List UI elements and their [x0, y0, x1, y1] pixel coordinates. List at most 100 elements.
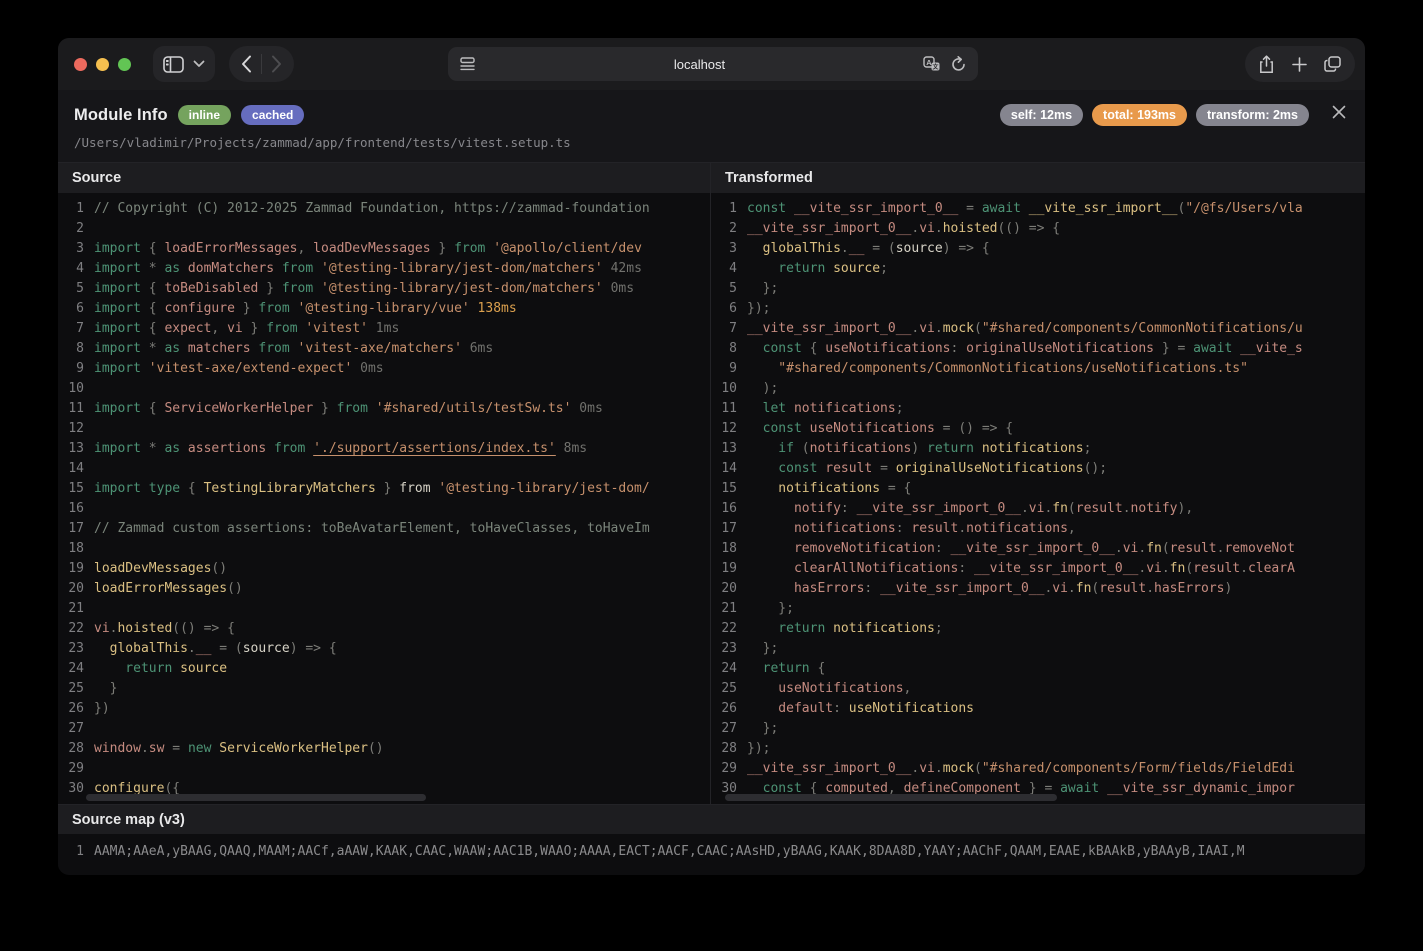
code-line: 23 };	[711, 639, 1365, 659]
code-line: 8 const { useNotifications: originalUseN…	[711, 339, 1365, 359]
line-number: 18	[721, 541, 737, 556]
address-bar[interactable]: localhost A 文	[448, 47, 978, 81]
line-number: 20	[68, 581, 84, 596]
code-line: 11 import { ServiceWorkerHelper } from '#…	[58, 399, 710, 419]
line-number: 18	[68, 541, 84, 556]
code-line: 16	[58, 499, 710, 519]
code-text: notifications: result.notifications,	[747, 521, 1076, 536]
source-panel: Source 1 // Copyright (C) 2012-2025 Zamma…	[58, 163, 710, 804]
total-time-badge: total: 193ms	[1092, 104, 1187, 126]
code-text: loadErrorMessages()	[94, 581, 243, 596]
code-line: 20 hasErrors: __vite_ssr_import_0__.vi.f…	[711, 579, 1365, 599]
transformed-horizontal-scrollbar[interactable]	[725, 794, 1057, 801]
line-number: 19	[68, 561, 84, 576]
transformed-code-area[interactable]: 1 const __vite_ssr_import_0__ = await __v…	[711, 193, 1365, 804]
code-text: import * as domMatchers from '@testing-l…	[94, 261, 642, 276]
sourcemap-mappings: AAMA;AAeA,yBAAG,QAAQ,MAAM;AACf,aAAW,KAAK…	[94, 844, 1245, 859]
transform-time-badge: transform: 2ms	[1196, 104, 1309, 126]
traffic-lights	[74, 57, 131, 71]
source-code-area[interactable]: 1 // Copyright (C) 2012-2025 Zammad Found…	[58, 193, 710, 804]
code-text: removeNotification: __vite_ssr_import_0_…	[747, 541, 1295, 556]
code-line: 17 notifications: result.notifications,	[711, 519, 1365, 539]
code-text: loadDevMessages()	[94, 561, 228, 576]
code-text: };	[747, 281, 779, 296]
code-line: 21	[58, 599, 710, 619]
code-text: const useNotifications = () => {	[747, 421, 1014, 436]
close-window-button[interactable]	[74, 57, 87, 71]
timing-badges: self: 12ms total: 193ms transform: 2ms	[999, 104, 1309, 126]
code-text: });	[747, 741, 771, 756]
chevron-down-icon[interactable]	[193, 60, 205, 68]
line-number: 9	[76, 361, 84, 376]
code-text: import 'vitest-axe/extend-expect' 0ms	[94, 361, 384, 376]
code-line: 13 import * as assertions from './support…	[58, 439, 710, 459]
line-number: 26	[721, 701, 737, 716]
code-line: 12	[58, 419, 710, 439]
line-number: 8	[76, 341, 84, 356]
line-number: 2	[76, 221, 84, 236]
code-line: 20 loadErrorMessages()	[58, 579, 710, 599]
code-text: import * as matchers from 'vitest-axe/ma…	[94, 341, 494, 356]
code-line: 27 };	[711, 719, 1365, 739]
code-panels: Source 1 // Copyright (C) 2012-2025 Zamma…	[58, 162, 1365, 804]
code-line: 19 loadDevMessages()	[58, 559, 710, 579]
line-number: 3	[76, 241, 84, 256]
sidebar-icon[interactable]	[163, 55, 184, 73]
url-text[interactable]: localhost	[476, 57, 923, 72]
line-number: 12	[721, 421, 737, 436]
line-number: 8	[729, 341, 737, 356]
code-line: 6});	[711, 299, 1365, 319]
new-tab-icon[interactable]	[1291, 56, 1307, 72]
minimize-window-button[interactable]	[96, 57, 109, 71]
code-line: 8 import * as matchers from 'vitest-axe/m…	[58, 339, 710, 359]
code-line: 24 return source	[58, 659, 710, 679]
zoom-window-button[interactable]	[118, 57, 131, 71]
code-text: "#shared/components/CommonNotifications/…	[747, 361, 1248, 376]
code-text: // Copyright (C) 2012-2025 Zammad Founda…	[94, 201, 650, 216]
line-number: 4	[76, 261, 84, 276]
svg-text:文: 文	[931, 63, 939, 71]
translate-icon[interactable]: A 文	[923, 56, 941, 72]
self-time-badge: self: 12ms	[999, 104, 1084, 126]
line-number: 22	[68, 621, 84, 636]
code-line: 5 };	[711, 279, 1365, 299]
code-text: globalThis.__ = (source) => {	[747, 241, 990, 256]
line-number: 9	[729, 361, 737, 376]
code-line: 25 }	[58, 679, 710, 699]
forward-button[interactable]	[271, 55, 282, 73]
line-number: 11	[68, 401, 84, 416]
code-text: globalThis.__ = (source) => {	[94, 641, 337, 656]
line-number: 25	[721, 681, 737, 696]
share-icon[interactable]	[1259, 54, 1274, 74]
reload-icon[interactable]	[951, 56, 966, 72]
code-line: 29 __vite_ssr_import_0__.vi.mock("#shared…	[711, 759, 1365, 779]
code-text: import type { TestingLibraryMatchers } f…	[94, 481, 650, 496]
code-text: notifications = {	[747, 481, 912, 496]
code-line: 29	[58, 759, 710, 779]
tab-overview-icon[interactable]	[1324, 56, 1341, 72]
line-number: 22	[721, 621, 737, 636]
reader-icon[interactable]	[460, 57, 476, 71]
sourcemap-code: 1 AAMA;AAeA,yBAAG,QAAQ,MAAM;AACf,aAAW,KA…	[58, 834, 1365, 869]
code-line: 3 import { loadErrorMessages, loadDevMess…	[58, 239, 710, 259]
line-number: 14	[68, 461, 84, 476]
source-horizontal-scrollbar[interactable]	[86, 794, 426, 801]
code-text: // Zammad custom assertions: toBeAvatarE…	[94, 521, 650, 536]
line-number: 17	[68, 521, 84, 536]
code-text: };	[747, 601, 794, 616]
code-line: 12 const useNotifications = () => {	[711, 419, 1365, 439]
code-text: import { expect, vi } from 'vitest' 1ms	[94, 321, 400, 336]
code-text: vi.hoisted(() => {	[94, 621, 235, 636]
line-number: 12	[68, 421, 84, 436]
back-button[interactable]	[241, 55, 252, 73]
line-number: 25	[68, 681, 84, 696]
code-text: import { loadErrorMessages, loadDevMessa…	[94, 241, 642, 256]
line-number: 14	[721, 461, 737, 476]
code-text: import { toBeDisabled } from '@testing-l…	[94, 281, 635, 296]
module-link[interactable]: './support/assertions/index.ts'	[313, 441, 556, 456]
close-icon[interactable]	[1331, 104, 1347, 120]
cached-badge: cached	[241, 105, 305, 125]
line-number: 10	[68, 381, 84, 396]
transformed-panel-title: Transformed	[711, 163, 1365, 193]
code-line: 4 return source;	[711, 259, 1365, 279]
